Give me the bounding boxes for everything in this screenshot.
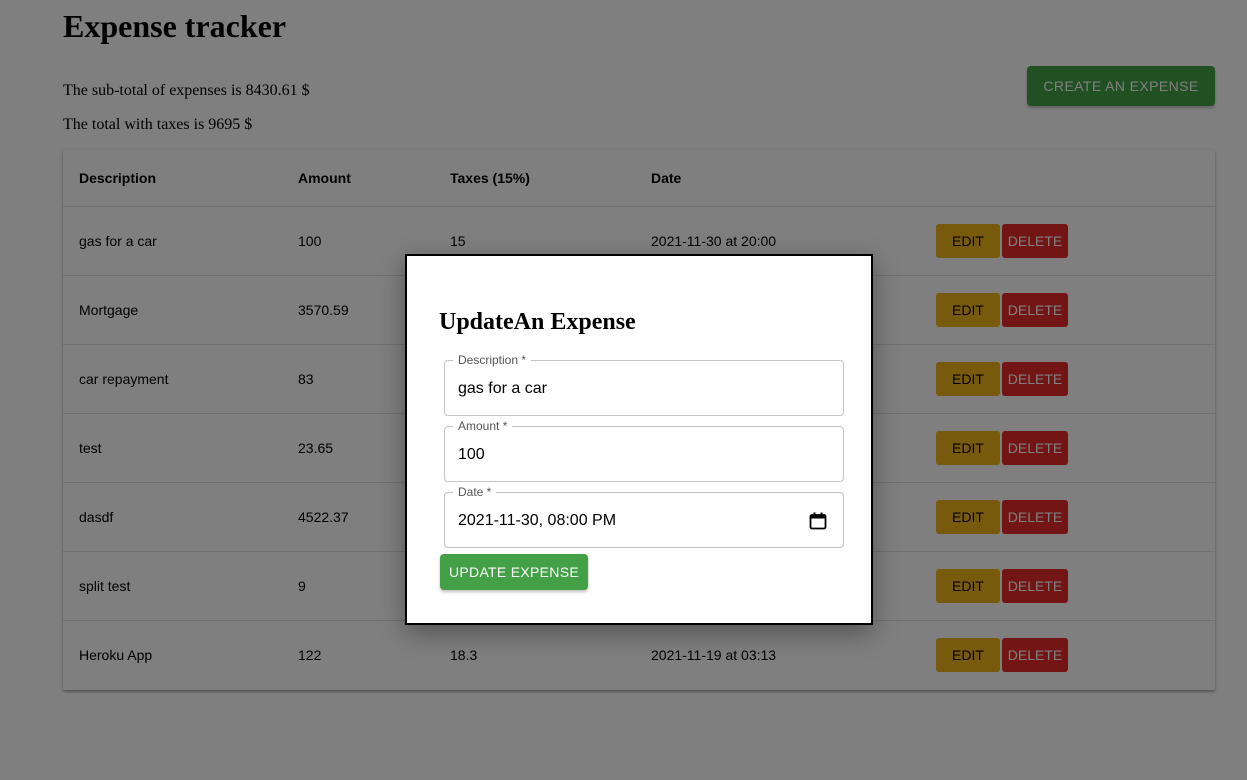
amount-field-label: Amount * bbox=[453, 419, 513, 433]
description-input-value[interactable]: gas for a car bbox=[458, 379, 547, 399]
update-expense-button[interactable]: UPDATE EXPENSE bbox=[440, 554, 588, 590]
date-field[interactable]: Date * 2021-11-30, 08:00 PM bbox=[444, 485, 844, 548]
description-field-label: Description * bbox=[453, 353, 532, 367]
modal-title: UpdateAn Expense bbox=[439, 309, 636, 335]
amount-input-value[interactable]: 100 bbox=[458, 445, 485, 465]
amount-field[interactable]: Amount * 100 bbox=[444, 419, 844, 482]
date-field-label: Date * bbox=[453, 485, 497, 499]
calendar-icon[interactable] bbox=[809, 512, 827, 530]
date-input-value[interactable]: 2021-11-30, 08:00 PM bbox=[458, 511, 616, 531]
description-field[interactable]: Description * gas for a car bbox=[444, 353, 844, 416]
update-expense-modal: UpdateAn Expense Description * gas for a… bbox=[405, 254, 873, 625]
